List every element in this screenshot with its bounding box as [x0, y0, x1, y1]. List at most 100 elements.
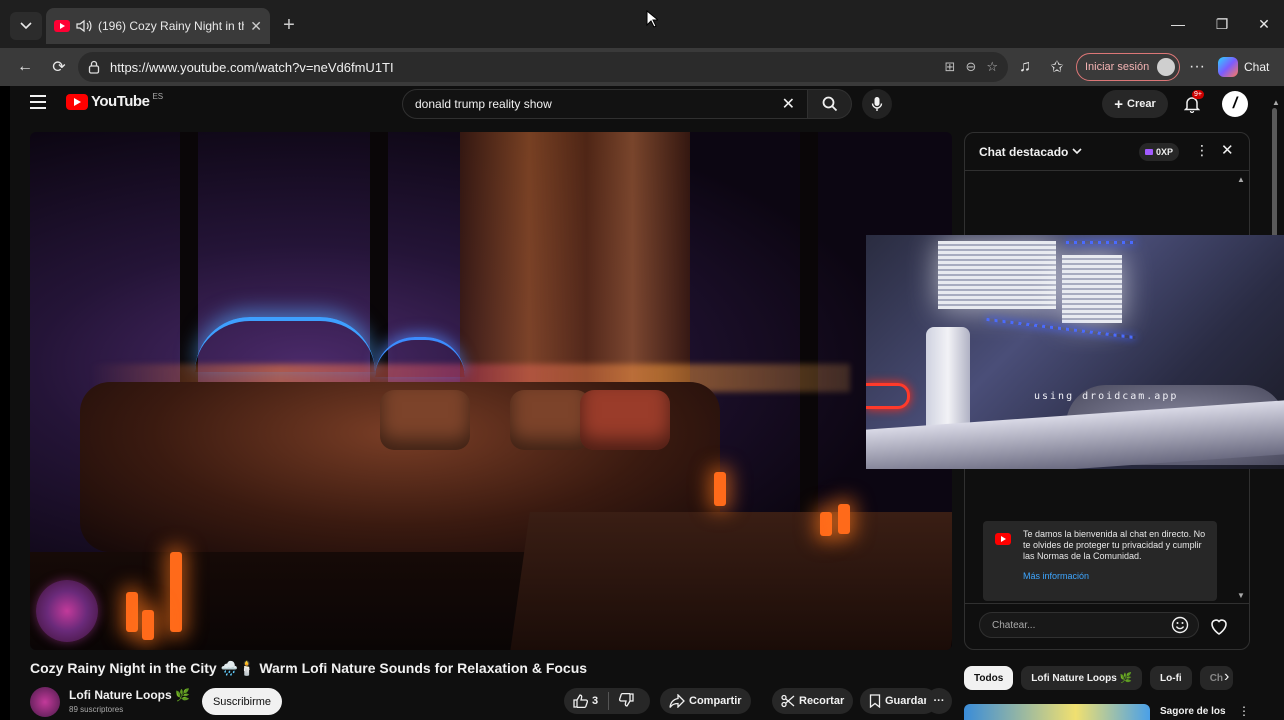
- copilot-icon: [1218, 57, 1238, 77]
- notifications-button[interactable]: 9+: [1180, 90, 1204, 116]
- youtube-play-icon: [66, 93, 88, 110]
- coffee-table: [510, 512, 952, 650]
- minimize-icon[interactable]: —: [1168, 14, 1188, 34]
- save-label: Guardar: [885, 695, 928, 707]
- subscriber-count: 89 suscriptores: [69, 705, 124, 714]
- recommendation-more-icon[interactable]: ⋮: [1238, 704, 1250, 718]
- search-input[interactable]: donald trump reality show ✕: [402, 89, 808, 119]
- chat-input[interactable]: Chatear...: [979, 612, 1199, 638]
- emoji-icon[interactable]: [1171, 616, 1189, 634]
- dislike-button[interactable]: [619, 692, 634, 710]
- recommendation-title[interactable]: Sagore de los: [1160, 706, 1226, 717]
- more-info-link[interactable]: Más información: [1023, 571, 1207, 581]
- heart-icon[interactable]: [1207, 614, 1231, 638]
- chat-close-icon[interactable]: ✕: [1221, 141, 1234, 159]
- restore-icon[interactable]: ❐: [1212, 14, 1232, 34]
- recommendation-thumbnail[interactable]: [964, 704, 1150, 720]
- red-light: [866, 383, 910, 409]
- reload-icon[interactable]: ⟳: [46, 54, 72, 80]
- app-available-icon[interactable]: ⊞: [945, 59, 956, 75]
- channel-watermark[interactable]: [36, 580, 98, 642]
- youtube-logo[interactable]: YouTube ES: [66, 92, 163, 110]
- address-bar[interactable]: https://www.youtube.com/watch?v=neVd6fmU…: [78, 52, 1008, 82]
- thumbs-up-icon: [573, 694, 588, 708]
- speaker-icon[interactable]: [76, 19, 92, 33]
- profile-avatar-icon: [1157, 58, 1175, 76]
- subscribe-button[interactable]: Suscribirme: [202, 688, 282, 715]
- candle: [714, 472, 726, 506]
- account-avatar[interactable]: /: [1222, 91, 1248, 117]
- more-actions-button[interactable]: ···: [926, 688, 952, 714]
- chat-more-icon[interactable]: ⋮: [1195, 142, 1209, 159]
- xp-badge-label: 0XP: [1156, 147, 1174, 157]
- zoom-icon[interactable]: ⊖: [965, 59, 976, 75]
- create-button[interactable]: + Crear: [1102, 90, 1168, 118]
- video-title: Cozy Rainy Night in the City 🌧️🕯️ Warm L…: [30, 660, 588, 676]
- copilot-chat-button[interactable]: Chat: [1218, 54, 1269, 80]
- chat-scroll-up-icon[interactable]: ▲: [1237, 175, 1245, 184]
- chevron-down-icon[interactable]: [1072, 148, 1082, 155]
- url-text: https://www.youtube.com/watch?v=neVd6fmU…: [110, 59, 394, 75]
- close-window-icon[interactable]: ✕: [1254, 14, 1274, 34]
- divider: [608, 692, 610, 710]
- share-button[interactable]: Compartir: [660, 688, 751, 714]
- related-filter-chips: Todos Lofi Nature Loops 🌿 Lo-fi Ch: [964, 666, 1234, 690]
- favorites-icon[interactable]: ✩: [1044, 54, 1070, 80]
- chip-lofi[interactable]: Lo-fi: [1150, 666, 1192, 690]
- youtube-header: YouTube ES donald trump reality show ✕ +…: [10, 86, 1274, 122]
- microphone-icon: [871, 97, 883, 111]
- bottle: [926, 327, 970, 437]
- chip-all[interactable]: Todos: [964, 666, 1014, 690]
- bookmark-icon: [869, 694, 881, 708]
- droidcam-watermark: using droidcam.app: [1034, 391, 1179, 402]
- video-player[interactable]: [30, 132, 952, 650]
- candle: [820, 512, 832, 536]
- chat-header: Chat destacado 0XP ⋮ ✕: [965, 133, 1249, 171]
- share-label: Compartir: [689, 695, 742, 707]
- signin-button[interactable]: Iniciar sesión: [1076, 53, 1180, 81]
- welcome-text: Te damos la bienvenida al chat en direct…: [1023, 529, 1206, 561]
- chevron-right-icon[interactable]: ›: [1224, 668, 1229, 686]
- candle: [142, 610, 154, 640]
- lock-icon: [88, 60, 100, 74]
- stadium-lights: [375, 337, 465, 377]
- more-menu-icon[interactable]: ···: [1184, 54, 1210, 80]
- video-owner-row: Lofi Nature Loops 🌿 89 suscriptores Susc…: [30, 686, 952, 720]
- chat-scroll-down-icon[interactable]: ▼: [1237, 591, 1245, 600]
- pillow: [380, 390, 470, 450]
- tab-title: (196) Cozy Rainy Night in the: [98, 19, 245, 33]
- like-button[interactable]: 3: [573, 694, 598, 708]
- search-query: donald trump reality show: [415, 97, 552, 111]
- xp-badge[interactable]: 0XP: [1139, 143, 1180, 161]
- tab-close-icon[interactable]: ✕: [250, 18, 262, 35]
- crown-icon: [1145, 149, 1153, 155]
- new-tab-icon[interactable]: +: [278, 14, 300, 36]
- search-button[interactable]: [808, 89, 852, 119]
- menu-icon[interactable]: [30, 95, 46, 109]
- page-scroll-up-icon[interactable]: ▲: [1272, 98, 1280, 107]
- channel-avatar[interactable]: [30, 687, 60, 717]
- plus-icon: +: [1114, 95, 1123, 113]
- back-icon[interactable]: ←: [12, 54, 38, 80]
- thumbs-down-icon: [619, 692, 634, 707]
- favorite-star-icon[interactable]: ☆: [986, 59, 998, 75]
- window-blind: [938, 241, 1056, 309]
- candle: [126, 592, 138, 632]
- clip-button[interactable]: Recortar: [772, 688, 854, 714]
- chat-mode-selector[interactable]: Chat destacado: [979, 145, 1068, 159]
- clear-search-icon[interactable]: ✕: [782, 94, 795, 114]
- chat-input-row: Chatear...: [965, 603, 1249, 649]
- browser-tab[interactable]: (196) Cozy Rainy Night in the ✕: [46, 8, 270, 44]
- media-control-icon[interactable]: ♫: [1012, 54, 1038, 80]
- window-blind: [1062, 255, 1122, 323]
- search-icon: [822, 96, 837, 112]
- tab-list-button[interactable]: [10, 12, 42, 40]
- browser-tab-bar: (196) Cozy Rainy Night in the ✕ + — ❐ ✕: [0, 0, 1284, 48]
- browser-toolbar: ← ⟳ https://www.youtube.com/watch?v=neVd…: [0, 48, 1284, 86]
- voice-search-button[interactable]: [862, 89, 892, 119]
- chip-channel[interactable]: Lofi Nature Loops 🌿: [1021, 666, 1143, 690]
- scissors-icon: [781, 694, 795, 708]
- channel-name[interactable]: Lofi Nature Loops 🌿: [69, 688, 190, 702]
- copilot-label: Chat: [1244, 60, 1270, 74]
- mouse-cursor-icon: [646, 10, 658, 28]
